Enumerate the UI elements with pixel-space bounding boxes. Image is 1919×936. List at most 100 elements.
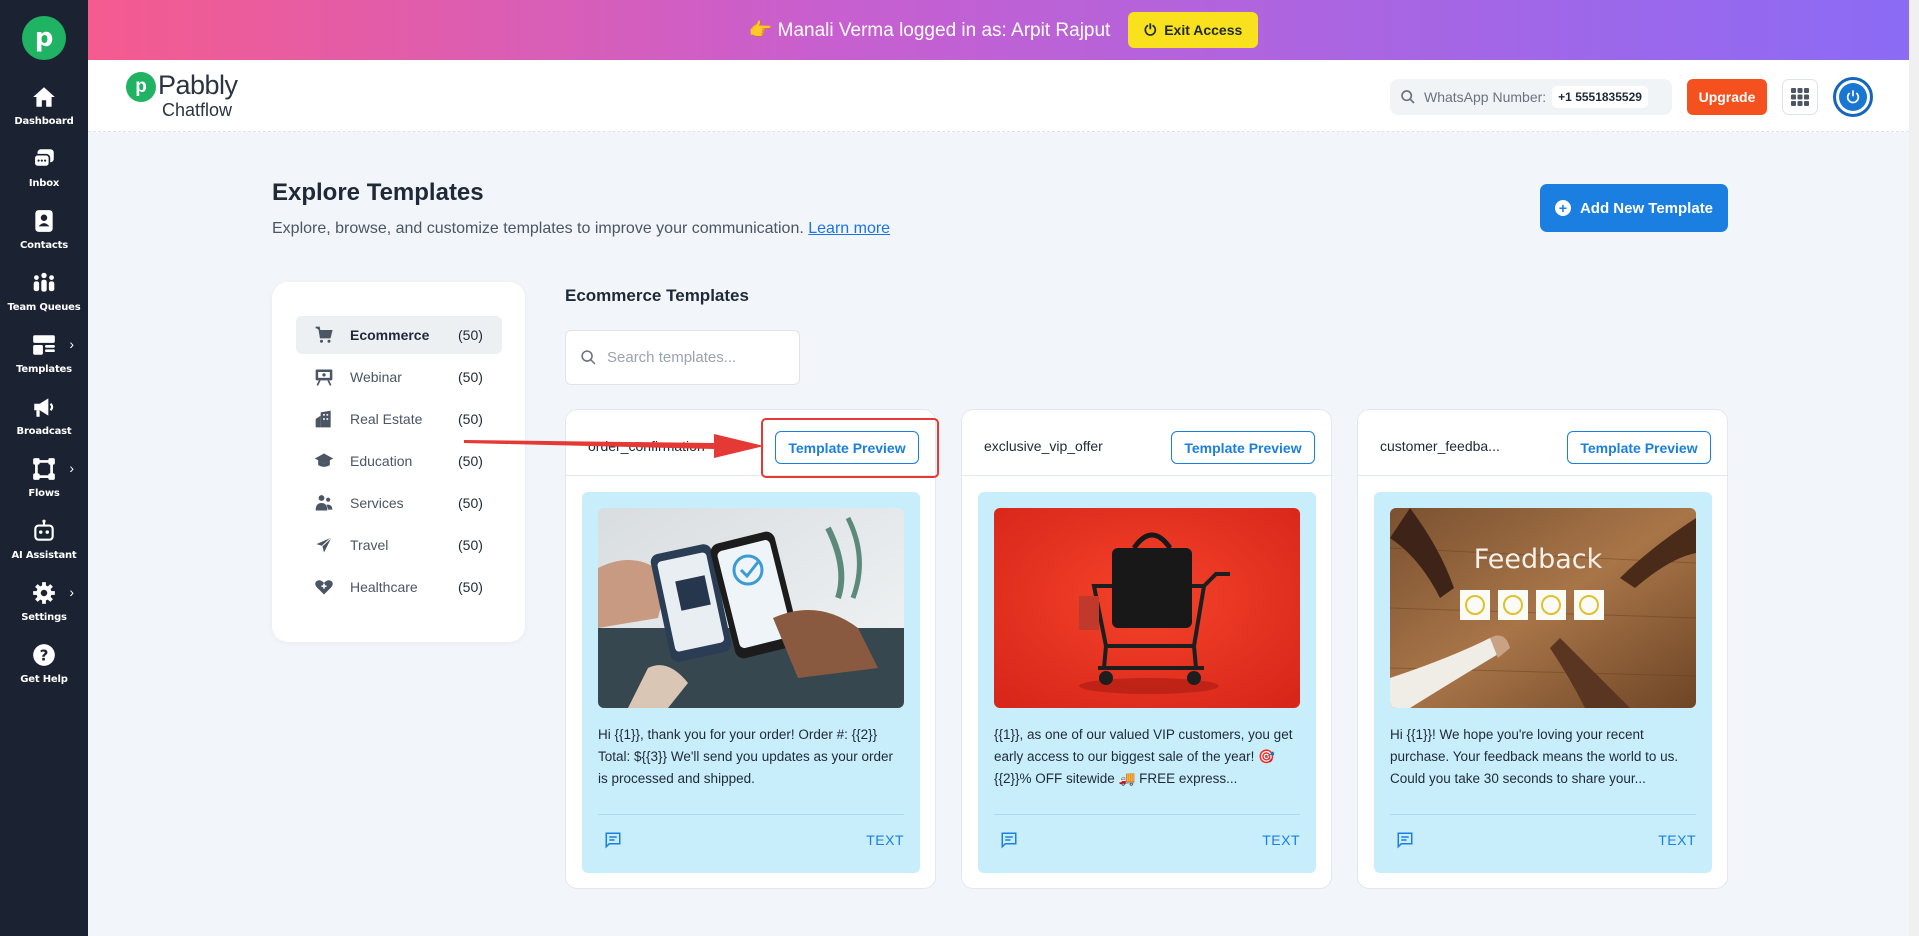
category-education[interactable]: Education (50) [296,442,502,480]
template-preview-button[interactable]: Template Preview [1171,431,1315,464]
page-subtitle-text: Explore, browse, and customize templates… [272,220,804,237]
template-type: TEXT [866,832,904,848]
pabbly-logo[interactable]: p [22,16,66,60]
sidebar: p Dashboard Inbox Contacts Team Queues T… [0,0,88,936]
category-count: (50) [458,411,483,427]
cart-icon [315,326,333,343]
template-body-text: {{1}}, as one of our valued VIP customer… [994,727,1293,786]
svg-text:?: ? [40,646,49,664]
sidebar-item-flows[interactable]: Flows › [0,456,88,516]
card-header: order_confirmation Template Preview [566,410,935,476]
impersonation-banner: 👉 Manali Verma logged in as: Arpit Rajpu… [88,0,1919,60]
template-preview-button[interactable]: Template Preview [1567,431,1711,464]
payment-phones-image [598,508,904,708]
brand-mark-icon: p [126,72,156,102]
template-preview-body: Feedback Hi {{1}}! We hope you're loving… [1374,492,1712,873]
apps-grid-icon [1791,88,1809,106]
banner-text: 👉 Manali Verma logged in as: Arpit Rajpu… [748,20,1111,41]
chevron-right-icon: › [69,460,74,476]
webinar-icon [315,369,333,386]
contacts-icon [35,210,53,232]
plus-icon: + [1554,200,1571,216]
sidebar-item-label: Contacts [20,240,68,251]
category-webinar[interactable]: Webinar (50) [296,358,502,396]
whatsapp-number-value: +1 5551835529 [1552,86,1648,108]
category-count: (50) [458,537,483,553]
card-divider [994,814,1300,815]
category-services[interactable]: Services (50) [296,484,502,522]
heart-icon [315,580,333,595]
card-divider [598,814,904,815]
whatsapp-number-selector[interactable]: WhatsApp Number: +1 5551835529 [1390,79,1672,115]
template-name: order_confirmation [588,438,705,454]
power-icon [1846,90,1860,104]
top-header: p Pabbly Chatflow WhatsApp Number: +1 55… [88,60,1919,132]
templates-icon [33,335,55,355]
feedback-image-caption: Feedback [1474,544,1603,575]
message-icon [1397,832,1413,849]
sidebar-item-label: Get Help [20,674,68,685]
team-icon [33,272,55,292]
sidebar-item-team-queues[interactable]: Team Queues [0,270,88,330]
sidebar-item-label: Flows [28,488,60,499]
real-estate-icon [315,410,331,428]
category-count: (50) [458,579,483,595]
sidebar-item-label: Broadcast [16,426,72,437]
shopping-cart-image [994,508,1300,708]
category-travel[interactable]: Travel (50) [296,526,502,564]
gear-icon [33,582,55,604]
category-label: Services [350,495,404,511]
brand-subtitle: Chatflow [162,100,233,120]
category-real-estate[interactable]: Real Estate (50) [296,400,502,438]
upgrade-button[interactable]: Upgrade [1687,79,1767,115]
inbox-icon [33,149,54,168]
sidebar-item-label: Templates [16,364,72,375]
sidebar-item-contacts[interactable]: Contacts [0,208,88,268]
help-icon: ? [33,644,55,666]
card-divider [1390,814,1696,815]
exit-access-label: Exit Access [1164,22,1243,38]
category-label: Travel [350,537,389,553]
apps-grid-button[interactable] [1782,79,1818,115]
sidebar-item-get-help[interactable]: ? Get Help [0,642,88,702]
sidebar-item-settings[interactable]: Settings › [0,580,88,640]
sidebar-item-ai-assistant[interactable]: AI Assistant [0,518,88,578]
sidebar-item-label: Team Queues [7,302,81,313]
services-icon [315,495,333,511]
learn-more-link[interactable]: Learn more [808,220,890,237]
template-type: TEXT [1658,832,1696,848]
scrollbar[interactable] [1909,0,1919,936]
category-healthcare[interactable]: Healthcare (50) [296,568,502,606]
exit-access-button[interactable]: ⏻ Exit Access [1128,12,1259,48]
card-header: customer_feedba... Template Preview [1358,410,1727,476]
search-templates-input[interactable] [607,349,787,366]
power-icon: ⏻ [1144,21,1157,39]
megaphone-icon [34,398,54,417]
sidebar-item-dashboard[interactable]: Dashboard [0,84,88,144]
search-icon [1401,90,1415,104]
sidebar-item-broadcast[interactable]: Broadcast [0,394,88,454]
template-preview-button[interactable]: Template Preview [775,431,919,464]
sidebar-item-label: Dashboard [14,116,74,127]
template-body-text: Hi {{1}}, thank you for your order! Orde… [598,727,894,786]
sidebar-item-templates[interactable]: Templates › [0,332,88,392]
add-new-template-label: Add New Template [1579,199,1714,217]
template-card-customer-feedback: customer_feedba... Template Preview Feed… [1357,409,1728,889]
template-preview-body: Hi {{1}}, thank you for your order! Orde… [582,492,920,873]
card-header: exclusive_vip_offer Template Preview [962,410,1331,476]
sidebar-item-inbox[interactable]: Inbox [0,146,88,206]
add-new-template-button[interactable]: + Add New Template [1540,184,1728,232]
sidebar-item-label: Settings [21,612,67,623]
robot-icon [34,519,54,541]
template-search [565,330,800,385]
category-ecommerce[interactable]: Ecommerce (50) [296,316,502,354]
template-card-exclusive-vip-offer: exclusive_vip_offer Template Preview {{1… [961,409,1332,889]
message-icon [1001,832,1017,849]
user-avatar[interactable] [1833,77,1873,117]
page-title: Explore Templates [272,179,484,206]
template-card-order-confirmation: order_confirmation Template Preview Hi {… [565,409,936,889]
category-count: (50) [458,369,483,385]
feedback-image: Feedback [1390,508,1696,708]
template-body-text: Hi {{1}}! We hope you're loving your rec… [1390,727,1679,786]
chevron-right-icon: › [69,336,74,352]
